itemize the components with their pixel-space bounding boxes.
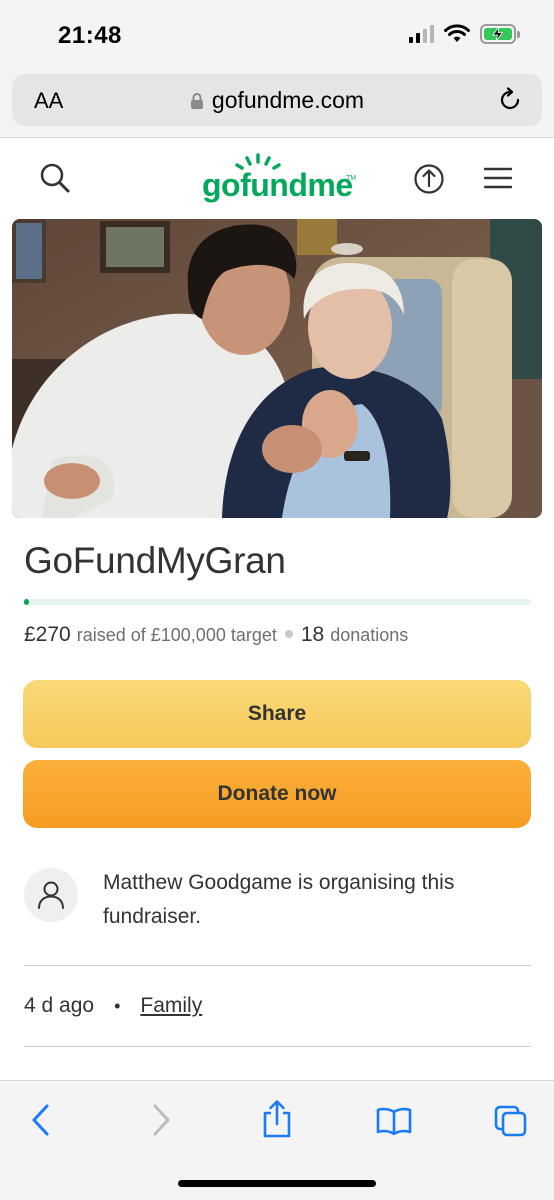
cellular-signal-icon — [409, 25, 434, 43]
wifi-icon — [444, 24, 470, 42]
share-icon[interactable] — [413, 161, 445, 195]
tabs-icon[interactable] — [494, 1105, 528, 1137]
share-button[interactable]: Share — [23, 680, 531, 748]
address-bar[interactable]: AA gofundme.com — [12, 74, 542, 126]
lock-icon — [190, 92, 203, 109]
hamburger-menu-icon[interactable] — [484, 167, 512, 189]
campaign-title: GoFundMyGran — [24, 540, 286, 581]
forward-icon[interactable] — [150, 1103, 172, 1137]
raised-target-text: raised of £100,000 target — [76, 625, 277, 645]
divider — [24, 965, 531, 966]
bookmarks-icon[interactable] — [376, 1107, 412, 1135]
home-indicator — [178, 1180, 376, 1187]
url-display[interactable]: gofundme.com — [12, 87, 542, 114]
donation-progress-bar — [24, 599, 531, 605]
organiser-text: Matthew Goodgame is organising this fund… — [103, 871, 455, 928]
amount-raised: £270 — [24, 623, 71, 646]
site-header: gofundme TM — [0, 139, 554, 219]
separator-dot — [284, 630, 293, 638]
status-bar: 21:48 — [0, 0, 554, 72]
donate-now-button[interactable]: Donate now — [23, 760, 531, 828]
battery-icon — [480, 24, 520, 44]
divider — [24, 1046, 531, 1047]
status-icons — [409, 24, 520, 44]
status-time: 21:48 — [58, 22, 122, 49]
url-text: gofundme.com — [211, 87, 365, 113]
organiser-section: Matthew Goodgame is organising this fund… — [24, 866, 531, 946]
person-icon — [38, 881, 64, 909]
meta-separator: • — [114, 995, 121, 1016]
search-icon[interactable] — [38, 161, 72, 195]
created-time-ago: 4 d ago — [24, 994, 95, 1017]
share-sheet-icon[interactable] — [262, 1099, 292, 1139]
category-link[interactable]: Family — [140, 994, 202, 1018]
back-icon[interactable] — [30, 1103, 52, 1137]
logo-text: gofundme — [202, 167, 353, 203]
reload-icon[interactable] — [496, 86, 524, 114]
campaign-meta: 4 d ago • Family — [24, 994, 202, 1018]
avatar — [24, 868, 78, 922]
donations-label: donations — [330, 625, 409, 645]
campaign-photo — [12, 219, 542, 518]
donation-stats: £270 raised of £100,000 target 18 donati… — [24, 623, 408, 647]
donation-count: 18 — [300, 623, 325, 646]
logo-trademark: TM — [346, 175, 357, 182]
browser-url-area: AA gofundme.com — [0, 72, 554, 138]
donation-progress-fill — [24, 599, 29, 605]
